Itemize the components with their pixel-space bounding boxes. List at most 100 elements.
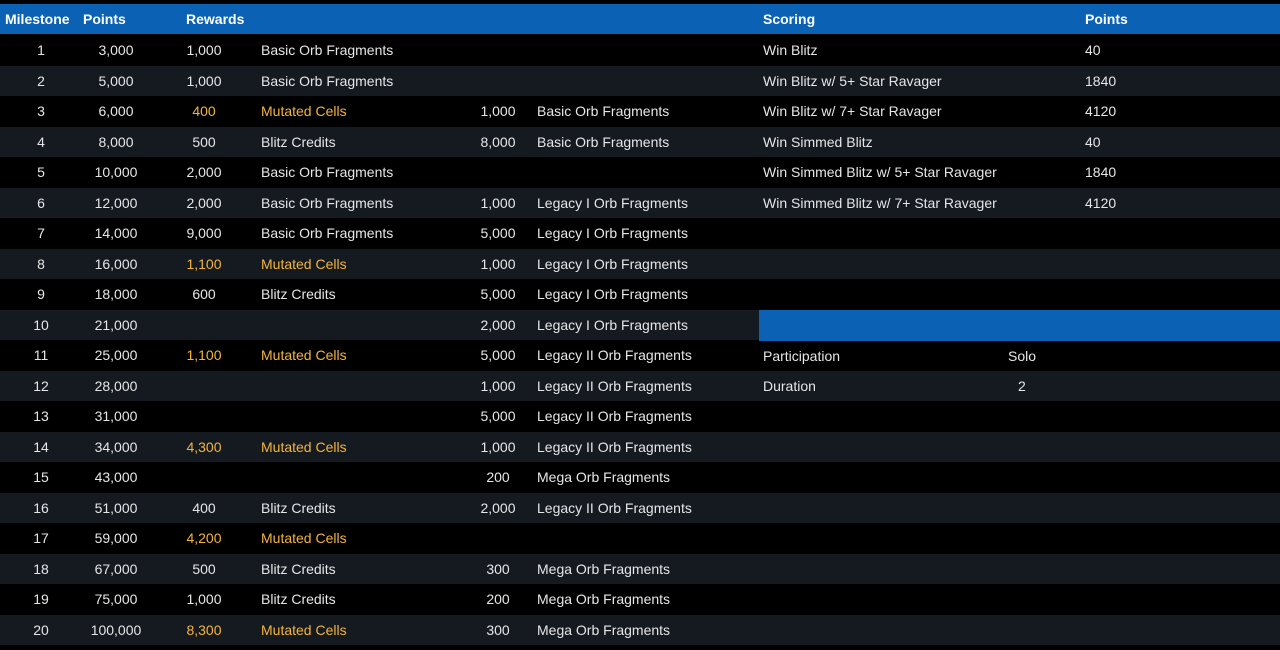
reward-1-name: Blitz Credits <box>261 286 336 302</box>
reward-1-name: Blitz Credits <box>261 133 336 150</box>
reward-2-quantity: 5,000 <box>480 408 516 424</box>
scoring-label: Win Blitz w/ 5+ Star Ravager <box>763 72 942 89</box>
reward-2-name: Mega Orb Fragments <box>537 560 671 577</box>
reward-2-name: Mega Orb Fragments <box>537 591 671 607</box>
info-value: 2 <box>1018 378 1026 394</box>
reward-1-quantity: 500 <box>192 133 216 150</box>
table-row: 11 25,000 1,100 Mutated Cells 5,000 Legacy II… <box>0 340 1280 371</box>
reward-1-name: Basic Orb Fragments <box>261 42 394 58</box>
milestone-points: 34,000 <box>94 438 138 455</box>
scoring-points: 40 <box>1085 133 1101 150</box>
reward-1-quantity: 400 <box>192 499 216 516</box>
reward-2-quantity: 5,000 <box>480 225 516 241</box>
scoring-points: 40 <box>1085 42 1101 58</box>
reward-1-quantity: 2,000 <box>186 164 222 180</box>
milestone-points: 25,000 <box>94 347 138 363</box>
reward-2-quantity: 1,000 <box>480 438 516 455</box>
milestone-points: 51,000 <box>94 499 138 516</box>
reward-1-name: Blitz Credits <box>261 560 336 577</box>
reward-2-quantity: 200 <box>486 591 510 607</box>
reward-2-name: Legacy I Orb Fragments <box>537 316 688 333</box>
milestone-points: 12,000 <box>94 194 138 211</box>
milestone-points: 43,000 <box>94 469 138 485</box>
milestone-points: 8,000 <box>98 133 134 150</box>
reward-2-name: Basic Orb Fragments <box>537 133 670 150</box>
milestone-points: 100,000 <box>90 621 142 638</box>
reward-2-quantity: 8,000 <box>480 133 516 150</box>
reward-2-name: Legacy II Orb Fragments <box>537 347 692 363</box>
reward-1-quantity: 600 <box>192 286 216 302</box>
scoring-points: 4120 <box>1085 194 1117 211</box>
reward-2-name: Legacy II Orb Fragments <box>537 499 692 516</box>
scoring-points: 1840 <box>1085 72 1117 89</box>
reward-2-quantity: 2,000 <box>480 499 516 516</box>
reward-1-quantity: 2,000 <box>186 194 222 211</box>
info-value: Solo <box>1008 348 1037 364</box>
reward-2-quantity: 5,000 <box>480 286 516 302</box>
scoring-points: 4120 <box>1085 103 1117 119</box>
reward-1-quantity <box>160 371 248 401</box>
table-row: 19 75,000 1,000 Blitz Credits 200 Mega Orb Fr… <box>0 584 1280 615</box>
milestone-points: 3,000 <box>98 42 134 58</box>
reward-2-quantity: 1,000 <box>480 377 516 394</box>
milestone-points: 6,000 <box>98 103 134 119</box>
reward-2-quantity <box>460 523 536 553</box>
reward-2-quantity: 300 <box>486 560 510 577</box>
reward-1-quantity: 4,200 <box>186 530 222 546</box>
reward-2-quantity <box>460 35 536 65</box>
reward-2-quantity <box>460 157 536 187</box>
reward-2-quantity: 200 <box>486 469 510 485</box>
milestone-points: 14,000 <box>94 225 138 241</box>
reward-2-name: Legacy I Orb Fragments <box>537 194 688 211</box>
reward-1-quantity: 400 <box>192 103 216 119</box>
reward-1-name: Mutated Cells <box>261 621 347 638</box>
reward-1-quantity: 9,000 <box>186 225 222 241</box>
scoring-label: Win Simmed Blitz <box>763 133 873 150</box>
milestone-points: 5,000 <box>98 72 134 89</box>
reward-2-quantity: 1,000 <box>480 194 516 211</box>
milestone-points: 67,000 <box>94 560 138 577</box>
reward-2-name: Legacy II Orb Fragments <box>537 438 692 455</box>
milestone-points: 18,000 <box>94 286 138 302</box>
rewards-header: Rewards <box>186 11 245 27</box>
scoring-label: Win Simmed Blitz w/ 7+ Star Ravager <box>763 194 997 211</box>
reward-2-name: Legacy I Orb Fragments <box>537 286 688 302</box>
reward-1-name: Basic Orb Fragments <box>261 194 394 211</box>
section-separator <box>759 310 1280 341</box>
table-row: 7 14,000 9,000 Basic Orb Fragments 5,000 Lega… <box>0 218 1280 249</box>
milestone-points: 59,000 <box>94 530 138 546</box>
reward-1-name: Basic Orb Fragments <box>261 72 394 89</box>
scoring-label: Win Blitz <box>763 42 818 58</box>
reward-1-quantity: 1,000 <box>186 591 222 607</box>
info-label: Participation <box>763 348 841 364</box>
reward-1-quantity <box>160 401 248 431</box>
reward-2-quantity: 300 <box>486 621 510 638</box>
reward-1-name: Mutated Cells <box>261 347 347 363</box>
reward-1-name: Blitz Credits <box>261 591 336 607</box>
milestone-points: 10,000 <box>94 164 138 180</box>
info-label: Duration <box>763 378 816 394</box>
reward-2-quantity <box>460 66 536 96</box>
reward-2-quantity: 1,000 <box>480 103 516 119</box>
reward-1-quantity <box>160 310 248 340</box>
reward-2-quantity: 2,000 <box>480 316 516 333</box>
milestone-points: 28,000 <box>94 377 138 394</box>
milestone-points: 21,000 <box>94 316 138 333</box>
reward-1-quantity: 4,300 <box>186 438 222 455</box>
reward-2-name: Legacy I Orb Fragments <box>537 255 688 272</box>
milestone-points: 16,000 <box>94 255 138 272</box>
reward-1-quantity: 500 <box>192 560 216 577</box>
table-row: 20 100,000 8,300 Mutated Cells 300 Mega Orb F… <box>0 614 1280 645</box>
table-row: 17 59,000 4,200 Mutated Cells <box>0 523 1280 554</box>
reward-1-name: Mutated Cells <box>261 255 347 272</box>
table-row: 16 51,000 400 Blitz Credits 2,000 Legacy II O… <box>0 492 1280 523</box>
table-row: 15 43,000 200 Mega Orb Fragments <box>0 462 1280 493</box>
reward-2-quantity: 5,000 <box>480 347 516 363</box>
scoring-points-header: Points <box>1085 11 1128 27</box>
milestone-header: Milestone <box>5 11 70 27</box>
reward-1-quantity: 1,100 <box>186 347 222 363</box>
reward-2-name: Legacy II Orb Fragments <box>537 377 692 394</box>
reward-2-name: Mega Orb Fragments <box>537 469 671 485</box>
reward-1-name: Mutated Cells <box>261 103 347 119</box>
reward-2-name: Basic Orb Fragments <box>537 103 670 119</box>
